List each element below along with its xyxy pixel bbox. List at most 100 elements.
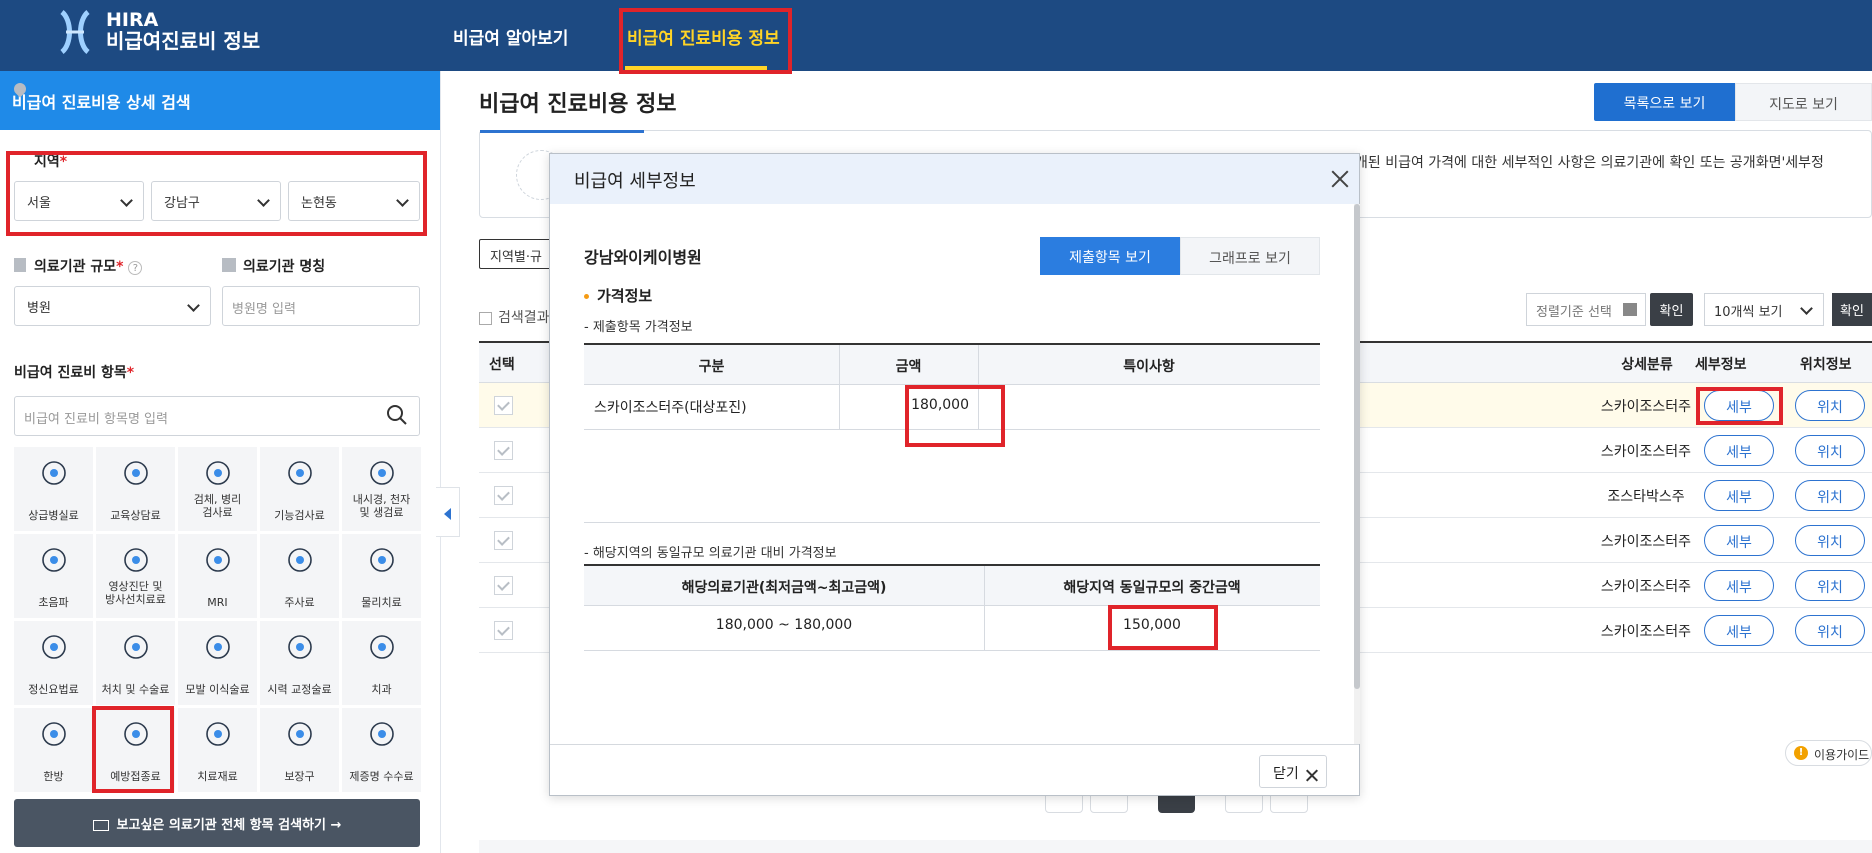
surgery-icon [120, 631, 152, 663]
location-button[interactable]: 위치 [1795, 390, 1865, 421]
counseling-icon [120, 457, 152, 489]
category-item[interactable]: 정신요법료 [14, 621, 93, 705]
category-item[interactable]: 모발 이식술료 [178, 621, 257, 705]
category-item[interactable]: 물리치료 [342, 534, 421, 618]
close-icon[interactable] [1331, 170, 1349, 188]
bottom-strip [479, 840, 1872, 853]
category-item[interactable]: MRI [178, 534, 257, 618]
hospital-name: 강남와이케이병원 [584, 248, 702, 267]
hair-transplant-icon [202, 631, 234, 663]
item-label: 비급여 진료비 항목* [14, 362, 134, 382]
category-item[interactable]: 영상진단 및 방사선치료료 [96, 534, 175, 618]
detail-button[interactable]: 세부 [1704, 435, 1774, 466]
category-item[interactable]: 내시경, 천자 및 생검료 [342, 447, 421, 531]
close-button[interactable]: 닫기 [1259, 755, 1327, 788]
category-label: 초음파 [14, 596, 93, 609]
folder-icon [92, 820, 109, 831]
filter-chip[interactable]: 지역별·규 [479, 239, 554, 269]
th-range: 해당의료기관(최저금액~최고금액) [584, 566, 984, 606]
category-item[interactable]: 한방 [14, 708, 93, 792]
view-list-button[interactable]: 목록으로 보기 [1594, 83, 1735, 121]
row-checkbox[interactable] [494, 576, 513, 595]
result-label: 검색결과 [479, 307, 550, 327]
category-item[interactable]: 초음파 [14, 534, 93, 618]
page-size-confirm-button[interactable]: 확인 [1832, 293, 1872, 326]
detail-button[interactable]: 세부 [1704, 525, 1774, 556]
scale-select[interactable]: 병원 [14, 286, 211, 326]
category-label-line: 물리치료 [361, 596, 402, 609]
hira-logo-icon[interactable] [58, 10, 92, 54]
row-checkbox[interactable] [494, 486, 513, 505]
view-map-button[interactable]: 지도로 보기 [1735, 83, 1872, 121]
category-item[interactable]: 제증명 수수료 [342, 708, 421, 792]
category-label: 시력 교정술료 [260, 683, 339, 696]
price-section-text: 가격정보 [597, 287, 653, 305]
category-item[interactable]: 시력 교정술료 [260, 621, 339, 705]
arrow-right-icon: → [330, 818, 342, 833]
th-category: 구분 [584, 345, 839, 385]
detail-button[interactable]: 세부 [1704, 570, 1774, 601]
category-label: 치료재료 [178, 770, 257, 783]
syringe-icon [284, 544, 316, 576]
page-size-select[interactable]: 10개씩 보기 [1704, 293, 1824, 326]
row-checkbox[interactable] [494, 441, 513, 460]
tab-submitted-items[interactable]: 제출항목 보기 [1040, 237, 1180, 275]
category-item[interactable]: 치료재료 [178, 708, 257, 792]
location-button[interactable]: 위치 [1795, 435, 1865, 466]
category-item[interactable]: 치과 [342, 621, 421, 705]
sidebar-collapse-button[interactable] [436, 487, 460, 537]
sort-placeholder: 정렬기준 선택 [1536, 305, 1612, 320]
search-icon[interactable] [386, 404, 408, 426]
hospital-name-input[interactable]: 병원명 입력 [222, 286, 420, 326]
category-label-line: 정신요법료 [28, 683, 79, 696]
name-label: 의료기관 명칭 [243, 259, 326, 275]
search-all-items-button[interactable]: 보고싶은 의료기관 전체 항목 검색하기 → [14, 799, 420, 847]
physiotherapy-icon [366, 544, 398, 576]
location-button[interactable]: 위치 [1795, 480, 1865, 511]
modal-title: 비급여 세부정보 [550, 154, 1359, 204]
site-logo-text[interactable]: HIRA 비급여진료비 정보 [106, 10, 260, 52]
detail-button[interactable]: 세부 [1704, 480, 1774, 511]
modal-scrollbar[interactable] [1354, 204, 1360, 744]
category-item[interactable]: 처치 및 수술료 [96, 621, 175, 705]
item-label-text: 비급여 진료비 항목 [14, 365, 127, 381]
bullet-dot [584, 294, 589, 299]
nav-noncovered-about[interactable]: 비급여 알아보기 [453, 24, 568, 49]
category-item[interactable]: 주사료 [260, 534, 339, 618]
location-button[interactable]: 위치 [1795, 615, 1865, 646]
logo-line2: 비급여진료비 정보 [106, 29, 261, 53]
category-item[interactable]: 검체, 병리 검사료 [178, 447, 257, 531]
psychotherapy-icon [38, 631, 70, 663]
category-label: 제증명 수수료 [342, 770, 421, 783]
category-item[interactable]: 보장구 [260, 708, 339, 792]
row-divider [584, 522, 1320, 523]
category-label-line: 제증명 수수료 [349, 770, 414, 783]
help-icon[interactable]: ? [128, 261, 143, 275]
category-label-line: 교육상담료 [110, 509, 161, 522]
page-title: 비급여 진료비용 정보 [479, 92, 677, 117]
row-checkbox[interactable] [494, 396, 513, 415]
item-search-input[interactable]: 비급여 진료비 항목명 입력 [14, 396, 420, 436]
usage-guide-button[interactable]: ! 이용가이드 [1785, 740, 1872, 766]
collapse-arrow-icon [444, 508, 451, 520]
category-label: 교육상담료 [96, 509, 175, 522]
highlight-box-price [905, 385, 1005, 447]
search-all-items-label: 보고싶은 의료기관 전체 항목 검색하기 [116, 818, 327, 833]
category-item[interactable]: 상급병실료 [14, 447, 93, 531]
price-range-cell: 180,000 ~ 180,000 [715, 617, 853, 633]
row-checkbox[interactable] [494, 531, 513, 550]
scrollbar-thumb[interactable] [1354, 204, 1360, 689]
wheelchair-icon [284, 718, 316, 750]
category-item[interactable]: 기능검사료 [260, 447, 339, 531]
divider [839, 345, 840, 429]
category-item[interactable]: 교육상담료 [96, 447, 175, 531]
sort-confirm-button[interactable]: 확인 [1650, 293, 1693, 326]
detail-button[interactable]: 세부 [1704, 615, 1774, 646]
sort-select[interactable]: 정렬기준 선택 [1526, 293, 1646, 326]
category-label-line: 및 생검료 [359, 506, 404, 519]
row-checkbox[interactable] [494, 621, 513, 640]
location-button[interactable]: 위치 [1795, 525, 1865, 556]
close-button-label: 닫기 [1273, 766, 1299, 782]
tab-graph-view[interactable]: 그래프로 보기 [1180, 237, 1320, 275]
location-button[interactable]: 위치 [1795, 570, 1865, 601]
